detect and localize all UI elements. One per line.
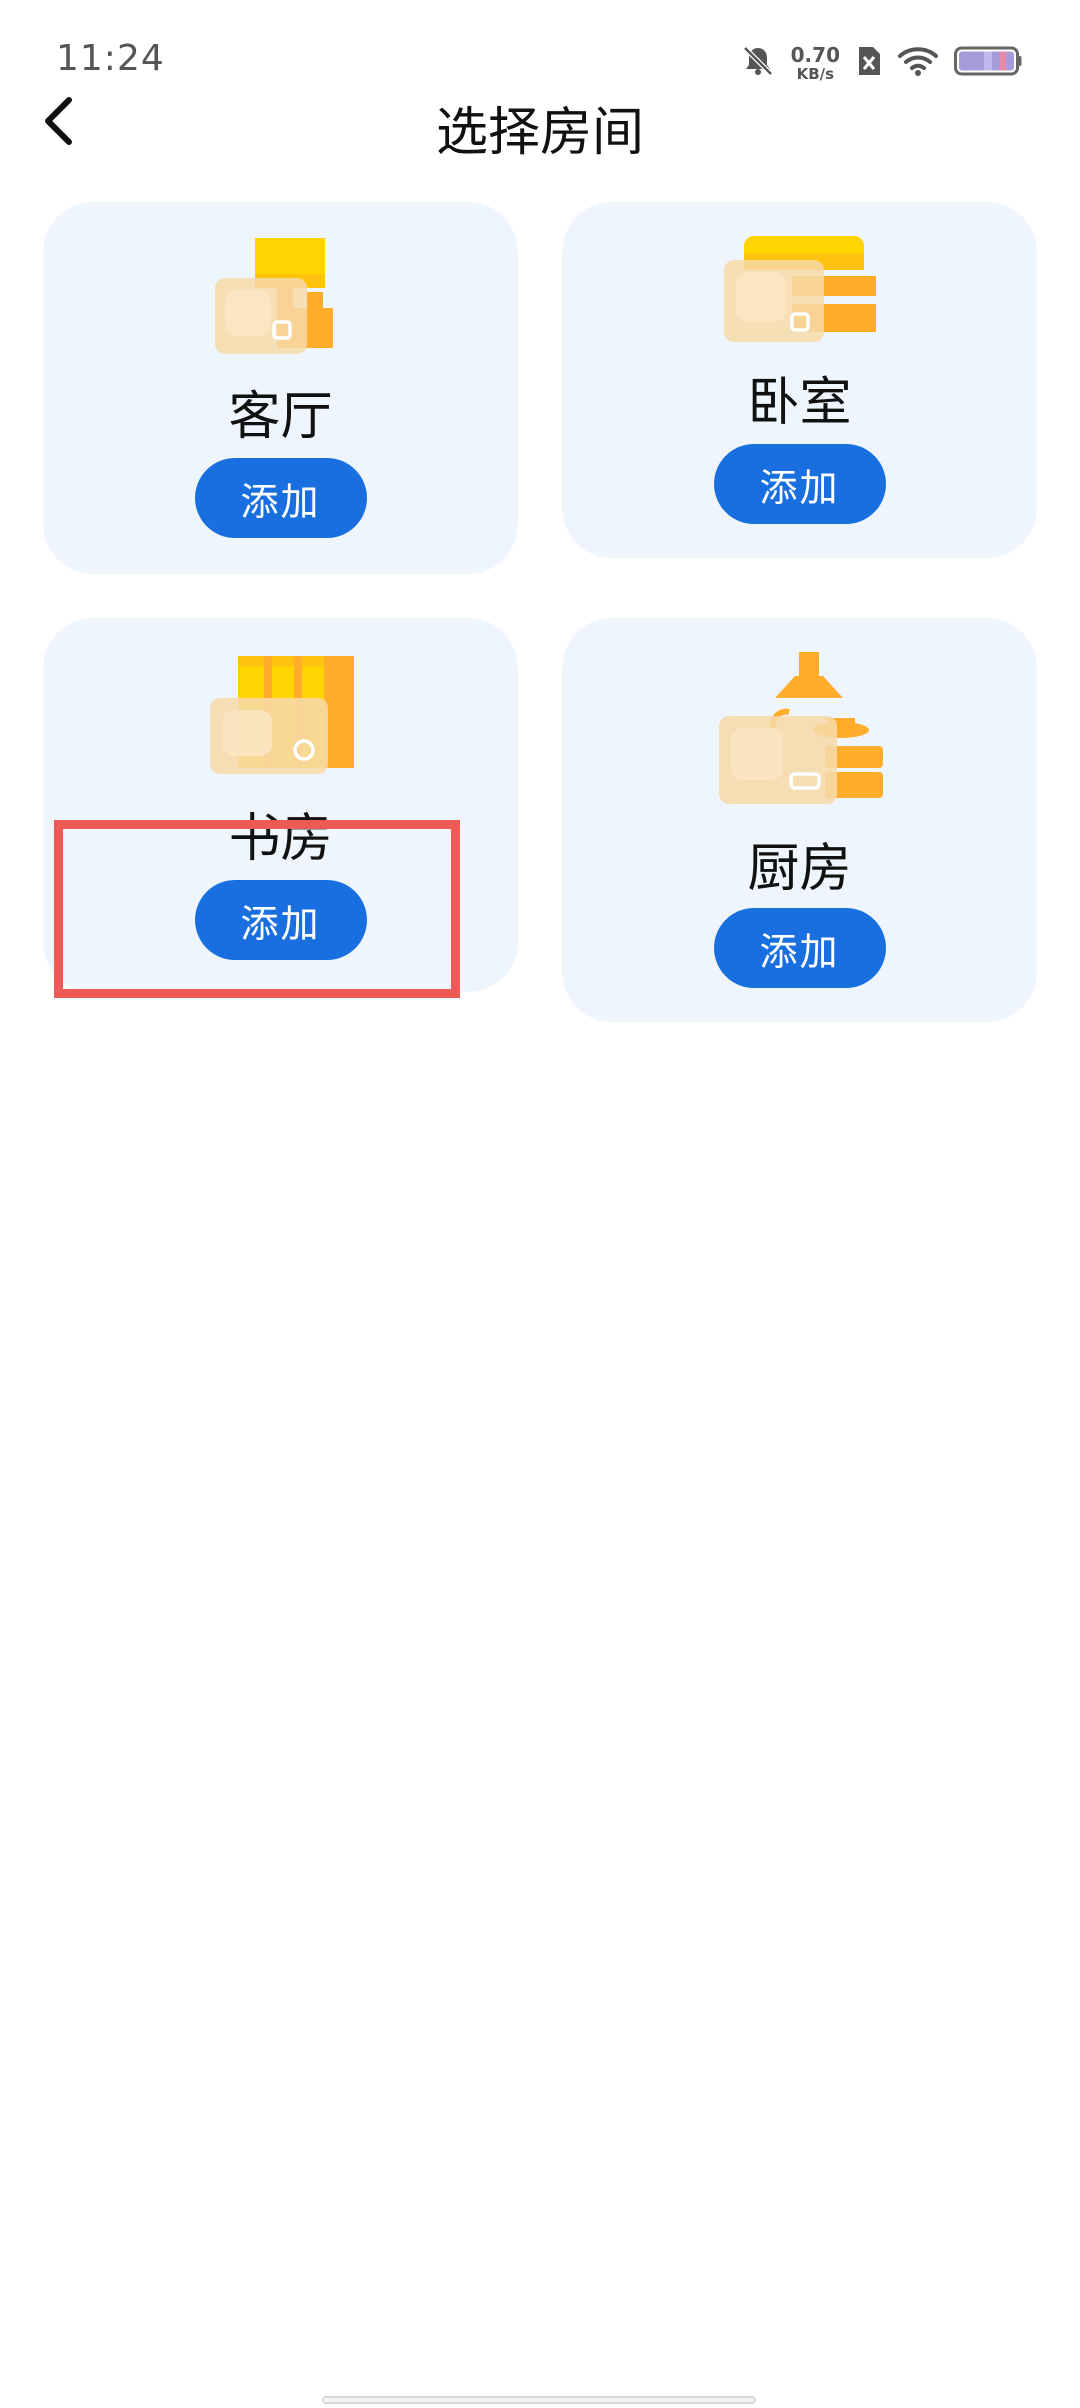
room-card-living-room[interactable]: 客厅 添加 [43,202,518,574]
bell-muted-icon [741,44,775,82]
battery-icon [954,46,1022,80]
room-card-kitchen[interactable]: 厨房 添加 [562,618,1037,1022]
add-button-kitchen[interactable]: 添加 [713,908,886,988]
network-speed-value: 0.70 [790,42,840,67]
kitchen-icon [715,648,885,812]
sim-off-icon [856,45,882,81]
page-title: 选择房间 [435,103,644,163]
room-label: 厨房 [747,839,852,899]
study-room-icon [206,652,356,786]
add-button-living-room[interactable]: 添加 [194,458,367,538]
status-time: 11:24 [56,38,165,79]
living-room-icon [211,234,351,366]
header: 选择房间 [0,80,1080,170]
room-label: 客厅 [228,387,333,447]
add-button-bedroom[interactable]: 添加 [713,444,886,524]
home-indicator [322,2396,756,2404]
highlight-box [54,820,460,998]
room-label: 卧室 [747,373,852,433]
network-speed: 0.70 KB/s [791,45,840,82]
room-card-bedroom[interactable]: 卧室 添加 [562,202,1037,558]
bedroom-icon [720,232,880,350]
wifi-icon [898,45,938,81]
